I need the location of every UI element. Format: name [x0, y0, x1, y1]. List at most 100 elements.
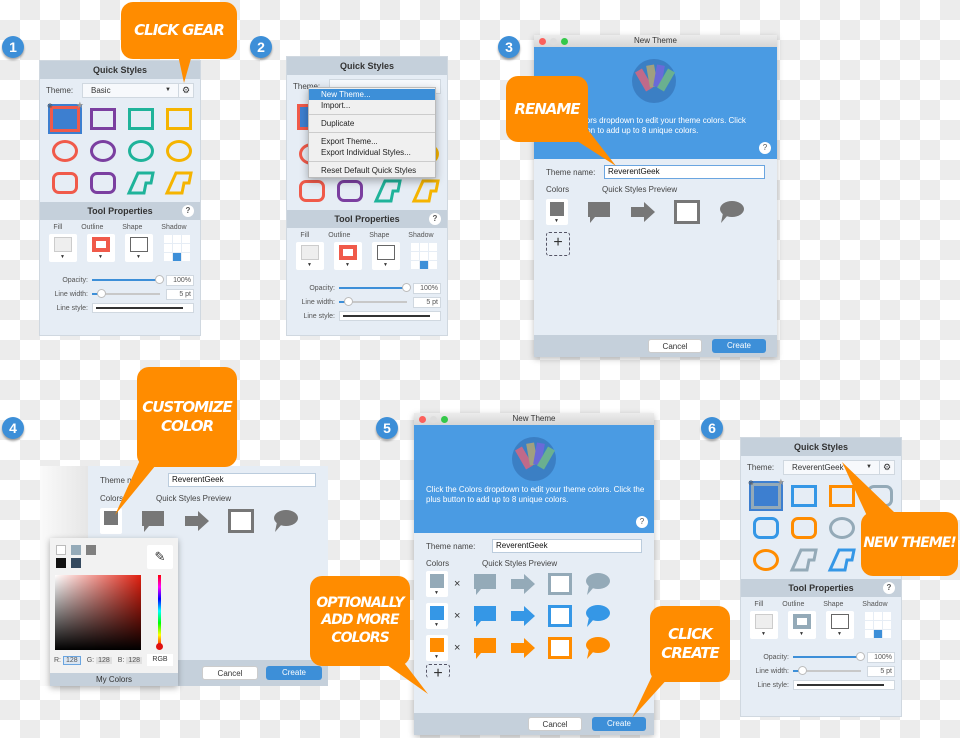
add-color-button[interactable]: +: [546, 232, 570, 256]
zoom-window-button[interactable]: [561, 38, 568, 45]
r-input[interactable]: 128: [63, 656, 81, 665]
color-swatch-button[interactable]: ▼: [426, 571, 448, 597]
remove-color-icon[interactable]: ×: [454, 642, 460, 654]
close-icon[interactable]: ⊗: [47, 102, 53, 110]
fill-button[interactable]: ▼: [49, 234, 77, 262]
style-swatch[interactable]: [164, 138, 194, 164]
style-swatch[interactable]: [297, 178, 327, 204]
color-gradient-field[interactable]: [55, 575, 141, 650]
theme-name-input[interactable]: ReverentGeek: [604, 165, 765, 179]
help-icon[interactable]: ?: [429, 213, 441, 225]
opacity-value[interactable]: 100%: [867, 651, 895, 663]
cancel-button[interactable]: Cancel: [648, 339, 702, 353]
opacity-value[interactable]: 100%: [413, 282, 441, 294]
g-input[interactable]: 128: [96, 657, 112, 664]
line-style-select[interactable]: [339, 311, 441, 321]
style-swatch[interactable]: [751, 547, 781, 573]
shadow-grid[interactable]: [864, 611, 892, 639]
style-swatch[interactable]: [126, 138, 156, 164]
shape-button[interactable]: ▼: [826, 611, 854, 639]
opacity-value[interactable]: 100%: [166, 274, 194, 286]
swatch-black[interactable]: [56, 558, 66, 568]
menu-item-export-individual-styles[interactable]: Export Individual Styles...: [309, 147, 435, 158]
help-icon[interactable]: ?: [759, 142, 771, 154]
cancel-button[interactable]: Cancel: [528, 717, 582, 731]
line-width-slider[interactable]: [339, 297, 407, 306]
gear-icon[interactable]: ⚙: [178, 84, 193, 97]
style-swatch[interactable]: [789, 515, 819, 541]
line-width-value[interactable]: 5 pt: [413, 296, 441, 308]
my-colors-tab[interactable]: My Colors: [50, 673, 178, 686]
style-swatch[interactable]: [789, 547, 819, 573]
style-swatch[interactable]: [88, 170, 118, 196]
style-swatch[interactable]: [827, 547, 857, 573]
swatch-white[interactable]: [56, 545, 66, 555]
outline-button[interactable]: ▼: [87, 234, 115, 262]
opacity-slider[interactable]: [339, 283, 411, 292]
remove-color-icon[interactable]: ×: [454, 610, 460, 622]
theme-name-input[interactable]: ReverentGeek: [492, 539, 642, 553]
style-swatch[interactable]: [411, 178, 441, 204]
menu-item-duplicate[interactable]: Duplicate: [309, 118, 435, 129]
style-swatch[interactable]: [88, 106, 118, 132]
menu-item-import[interactable]: Import...: [309, 100, 435, 111]
opacity-slider[interactable]: [92, 275, 164, 284]
style-swatch[interactable]: [373, 178, 403, 204]
fill-button[interactable]: ▼: [750, 611, 778, 639]
outline-button[interactable]: ▼: [334, 242, 362, 270]
b-input[interactable]: 128: [126, 657, 143, 664]
line-style-select[interactable]: [793, 680, 895, 690]
help-icon[interactable]: ?: [182, 205, 194, 217]
line-width-value[interactable]: 5 pt: [166, 288, 194, 300]
shape-button[interactable]: ▼: [125, 234, 153, 262]
line-width-value[interactable]: 5 pt: [867, 665, 895, 677]
style-swatch[interactable]: [50, 170, 80, 196]
color-swatch-button[interactable]: ▼: [426, 635, 448, 661]
color-swatch-button[interactable]: ▼: [546, 199, 568, 225]
menu-item-reset-default[interactable]: Reset Default Quick Styles: [309, 165, 435, 176]
create-button[interactable]: Create: [266, 666, 322, 680]
create-button[interactable]: Create: [712, 339, 766, 353]
shadow-grid[interactable]: [163, 234, 191, 262]
shape-button[interactable]: ▼: [372, 242, 400, 270]
close-window-button[interactable]: [539, 38, 546, 45]
hue-knob[interactable]: [156, 643, 163, 650]
style-swatch[interactable]: [126, 106, 156, 132]
line-width-slider[interactable]: [793, 666, 861, 675]
help-icon[interactable]: ?: [636, 516, 648, 528]
style-swatch[interactable]: [50, 138, 80, 164]
cancel-button[interactable]: Cancel: [202, 666, 258, 680]
swatch-gray[interactable]: [86, 545, 96, 555]
style-swatch-selected[interactable]: ⊗ ★: [47, 100, 84, 132]
menu-item-export-theme[interactable]: Export Theme...: [309, 136, 435, 147]
style-swatch[interactable]: [164, 106, 194, 132]
close-window-button[interactable]: [419, 416, 426, 423]
star-icon[interactable]: ★: [777, 477, 785, 488]
theme-select[interactable]: Basic ▼ ⚙: [82, 83, 194, 98]
hue-slider[interactable]: [158, 575, 161, 647]
zoom-window-button[interactable]: [441, 416, 448, 423]
style-swatch[interactable]: [335, 178, 365, 204]
swatch-gray-blue[interactable]: [71, 545, 81, 555]
line-style-select[interactable]: [92, 303, 194, 313]
style-swatch[interactable]: [751, 515, 781, 541]
style-swatch[interactable]: [126, 170, 156, 196]
opacity-slider[interactable]: [793, 652, 865, 661]
remove-color-icon[interactable]: ×: [454, 578, 460, 590]
star-icon[interactable]: ★: [76, 100, 84, 111]
eyedropper-icon[interactable]: ✎: [147, 545, 173, 569]
swatch-dark-slate[interactable]: [71, 558, 81, 568]
close-icon[interactable]: ⊗: [748, 479, 754, 487]
style-swatch-selected[interactable]: ⊗ ★: [748, 477, 785, 509]
minimize-window-button[interactable]: [550, 38, 557, 45]
style-swatch[interactable]: [164, 170, 194, 196]
style-swatch[interactable]: [789, 483, 819, 509]
fill-button[interactable]: ▼: [296, 242, 324, 270]
outline-button[interactable]: ▼: [788, 611, 816, 639]
theme-name-input[interactable]: ReverentGeek: [168, 473, 316, 487]
shadow-grid[interactable]: [410, 242, 438, 270]
menu-item-new-theme[interactable]: New Theme...: [309, 89, 435, 100]
color-mode-button[interactable]: RGB: [147, 654, 173, 666]
help-icon[interactable]: ?: [883, 582, 895, 594]
color-swatch-button[interactable]: ▼: [426, 603, 448, 629]
